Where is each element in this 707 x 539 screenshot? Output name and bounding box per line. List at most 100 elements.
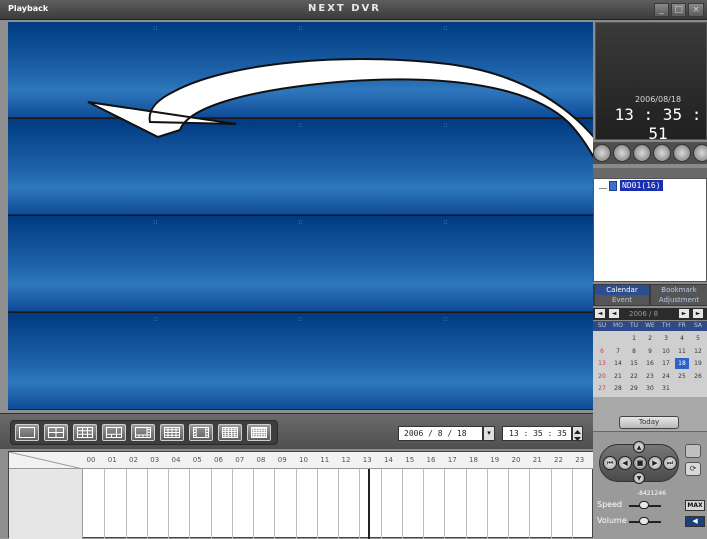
calendar-day[interactable]: 19 xyxy=(691,358,705,369)
today-button[interactable]: Today xyxy=(619,416,679,429)
calendar-day[interactable]: 7 xyxy=(611,346,625,357)
minimize-button[interactable]: _ xyxy=(654,3,669,17)
next-year-button[interactable]: ► xyxy=(693,309,703,318)
exit-icon[interactable] xyxy=(693,144,707,162)
calendar-day[interactable]: 10 xyxy=(659,346,673,357)
calendar-day[interactable]: 24 xyxy=(659,371,673,382)
layout-1plus12-button[interactable] xyxy=(189,424,213,441)
step-back-icon[interactable]: ▼ xyxy=(633,472,645,484)
timeline-hour-label: 16 xyxy=(426,456,436,464)
search-date-field[interactable]: 2006 / 8 / 18 xyxy=(398,426,483,441)
timeline-hour-gridline xyxy=(571,469,573,539)
calendar-day[interactable]: 15 xyxy=(627,358,641,369)
calendar-day[interactable]: 18 xyxy=(675,358,689,369)
drag-arrow-annotation xyxy=(87,58,593,159)
calendar-day[interactable]: 28 xyxy=(611,383,625,394)
calendar-day[interactable]: 22 xyxy=(627,371,641,382)
prev-frame-icon[interactable]: ⏮ xyxy=(603,456,617,470)
layout-5x5-button[interactable] xyxy=(218,424,242,441)
next-month-button[interactable]: ► xyxy=(679,309,689,318)
layout-4x4-button[interactable] xyxy=(160,424,184,441)
tab-event[interactable]: Event xyxy=(595,295,649,305)
calendar-day[interactable]: 1 xyxy=(627,333,641,344)
calendar-day[interactable]: 17 xyxy=(659,358,673,369)
timeline-hour-gridline xyxy=(146,469,148,539)
tab-bookmark[interactable]: Bookmark xyxy=(651,285,707,295)
stop-icon[interactable]: ■ xyxy=(633,456,647,470)
maximize-button[interactable]: □ xyxy=(671,3,686,17)
tab-calendar[interactable]: Calendar xyxy=(595,285,649,295)
speed-slider-knob[interactable] xyxy=(639,501,649,509)
device-tree[interactable]: ND01(16) xyxy=(593,178,707,282)
timeline-hour-label: 06 xyxy=(214,456,223,464)
calendar-day[interactable]: 8 xyxy=(627,346,641,357)
timeline-hour-gridline xyxy=(508,469,509,539)
snapshot-button[interactable] xyxy=(685,444,701,458)
prev-month-button[interactable]: ◄ xyxy=(609,309,619,318)
gear-icon[interactable] xyxy=(653,144,671,162)
timeline-hour-gridline xyxy=(401,469,403,539)
close-button[interactable]: × xyxy=(688,3,704,17)
play-icon[interactable]: ▶ xyxy=(648,456,662,470)
calendar-day[interactable]: 13 xyxy=(595,358,609,369)
clock-display: 2006/08/18 13 : 35 : 51 xyxy=(595,22,707,143)
timeline-hour-label: 18 xyxy=(469,456,478,464)
calendar-day[interactable]: 2 xyxy=(643,333,657,344)
layout-2x2-button[interactable] xyxy=(44,424,68,441)
grid-5x5-icon xyxy=(222,427,238,438)
tab-adjustment[interactable]: Adjustment xyxy=(651,295,707,305)
layout-1plus7-button[interactable] xyxy=(131,424,155,441)
calendar-day[interactable]: 29 xyxy=(627,383,641,394)
search-icon[interactable] xyxy=(593,144,611,162)
calendar-weekday-row: SU MO TU WE TH FR SA xyxy=(593,321,707,331)
search-time-field[interactable]: 13 : 35 : 35 xyxy=(502,426,572,441)
calendar-day[interactable]: 5 xyxy=(691,333,705,344)
layout-6x6-button[interactable] xyxy=(247,424,271,441)
calendar-day[interactable]: 6 xyxy=(595,346,609,357)
grid-6x6-icon xyxy=(251,427,267,438)
timeline-position-cursor[interactable] xyxy=(368,469,370,539)
calendar-day[interactable]: 27 xyxy=(595,383,609,394)
calendar-day[interactable]: 26 xyxy=(691,371,705,382)
layout-3x3-button[interactable] xyxy=(73,424,97,441)
timeline-hour-gridline xyxy=(253,469,254,539)
calendar-day[interactable]: 4 xyxy=(675,333,689,344)
title-bar[interactable]: Playback NEXT DVR _ □ × xyxy=(0,0,707,20)
backup-icon[interactable] xyxy=(613,144,631,162)
calendar-day[interactable]: 25 xyxy=(675,371,689,382)
calendar-day[interactable]: 3 xyxy=(659,333,673,344)
layout-1x1-button[interactable] xyxy=(15,424,39,441)
calendar-day[interactable]: 31 xyxy=(659,383,673,394)
rewind-icon[interactable]: ◀ xyxy=(618,456,632,470)
window-title: NEXT DVR xyxy=(308,3,381,14)
max-speed-button[interactable]: MAX xyxy=(685,500,705,511)
layout-1plus5-button[interactable] xyxy=(102,424,126,441)
timeline-grid[interactable]: 00 01 02 03 04 05 06 07 08 09 10 11 12 13 14 15 16 17 18 19… xyxy=(8,451,594,539)
prev-year-button[interactable]: ◄ xyxy=(595,309,605,318)
volume-slider-knob[interactable] xyxy=(639,517,649,525)
step-forward-icon[interactable]: ▲ xyxy=(633,441,645,453)
calendar-day[interactable]: 16 xyxy=(643,358,657,369)
calendar-day[interactable]: 12 xyxy=(691,346,705,357)
tree-node-dvr[interactable]: ND01(16) xyxy=(620,180,663,191)
calendar-day[interactable]: 9 xyxy=(643,346,657,357)
timeline-hour-gridline xyxy=(125,469,127,539)
date-dropdown-button[interactable]: ▾ xyxy=(483,426,495,441)
monitor-icon[interactable] xyxy=(673,144,691,162)
timeline-hour-label: 11 xyxy=(320,456,330,464)
dvr-device-icon xyxy=(609,181,617,191)
time-spinner[interactable] xyxy=(572,426,583,441)
timeline-hour-label: 04 xyxy=(171,456,181,464)
calendar-day[interactable]: 11 xyxy=(675,346,689,357)
timeline-hour-label: 05 xyxy=(192,456,202,464)
next-frame-icon[interactable]: ⏭ xyxy=(663,456,677,470)
refresh-icon[interactable]: ⟳ xyxy=(685,462,701,476)
calendar-day[interactable]: 20 xyxy=(595,371,609,382)
calendar-day[interactable]: 30 xyxy=(643,383,657,394)
calendar-day[interactable]: 21 xyxy=(611,371,625,382)
calendar-day[interactable]: 14 xyxy=(611,358,625,369)
calendar-day[interactable]: 23 xyxy=(643,371,657,382)
timeline-hour-label: 21 xyxy=(532,456,542,464)
record-icon[interactable] xyxy=(633,144,651,162)
speaker-icon[interactable]: ◀ xyxy=(685,516,705,527)
